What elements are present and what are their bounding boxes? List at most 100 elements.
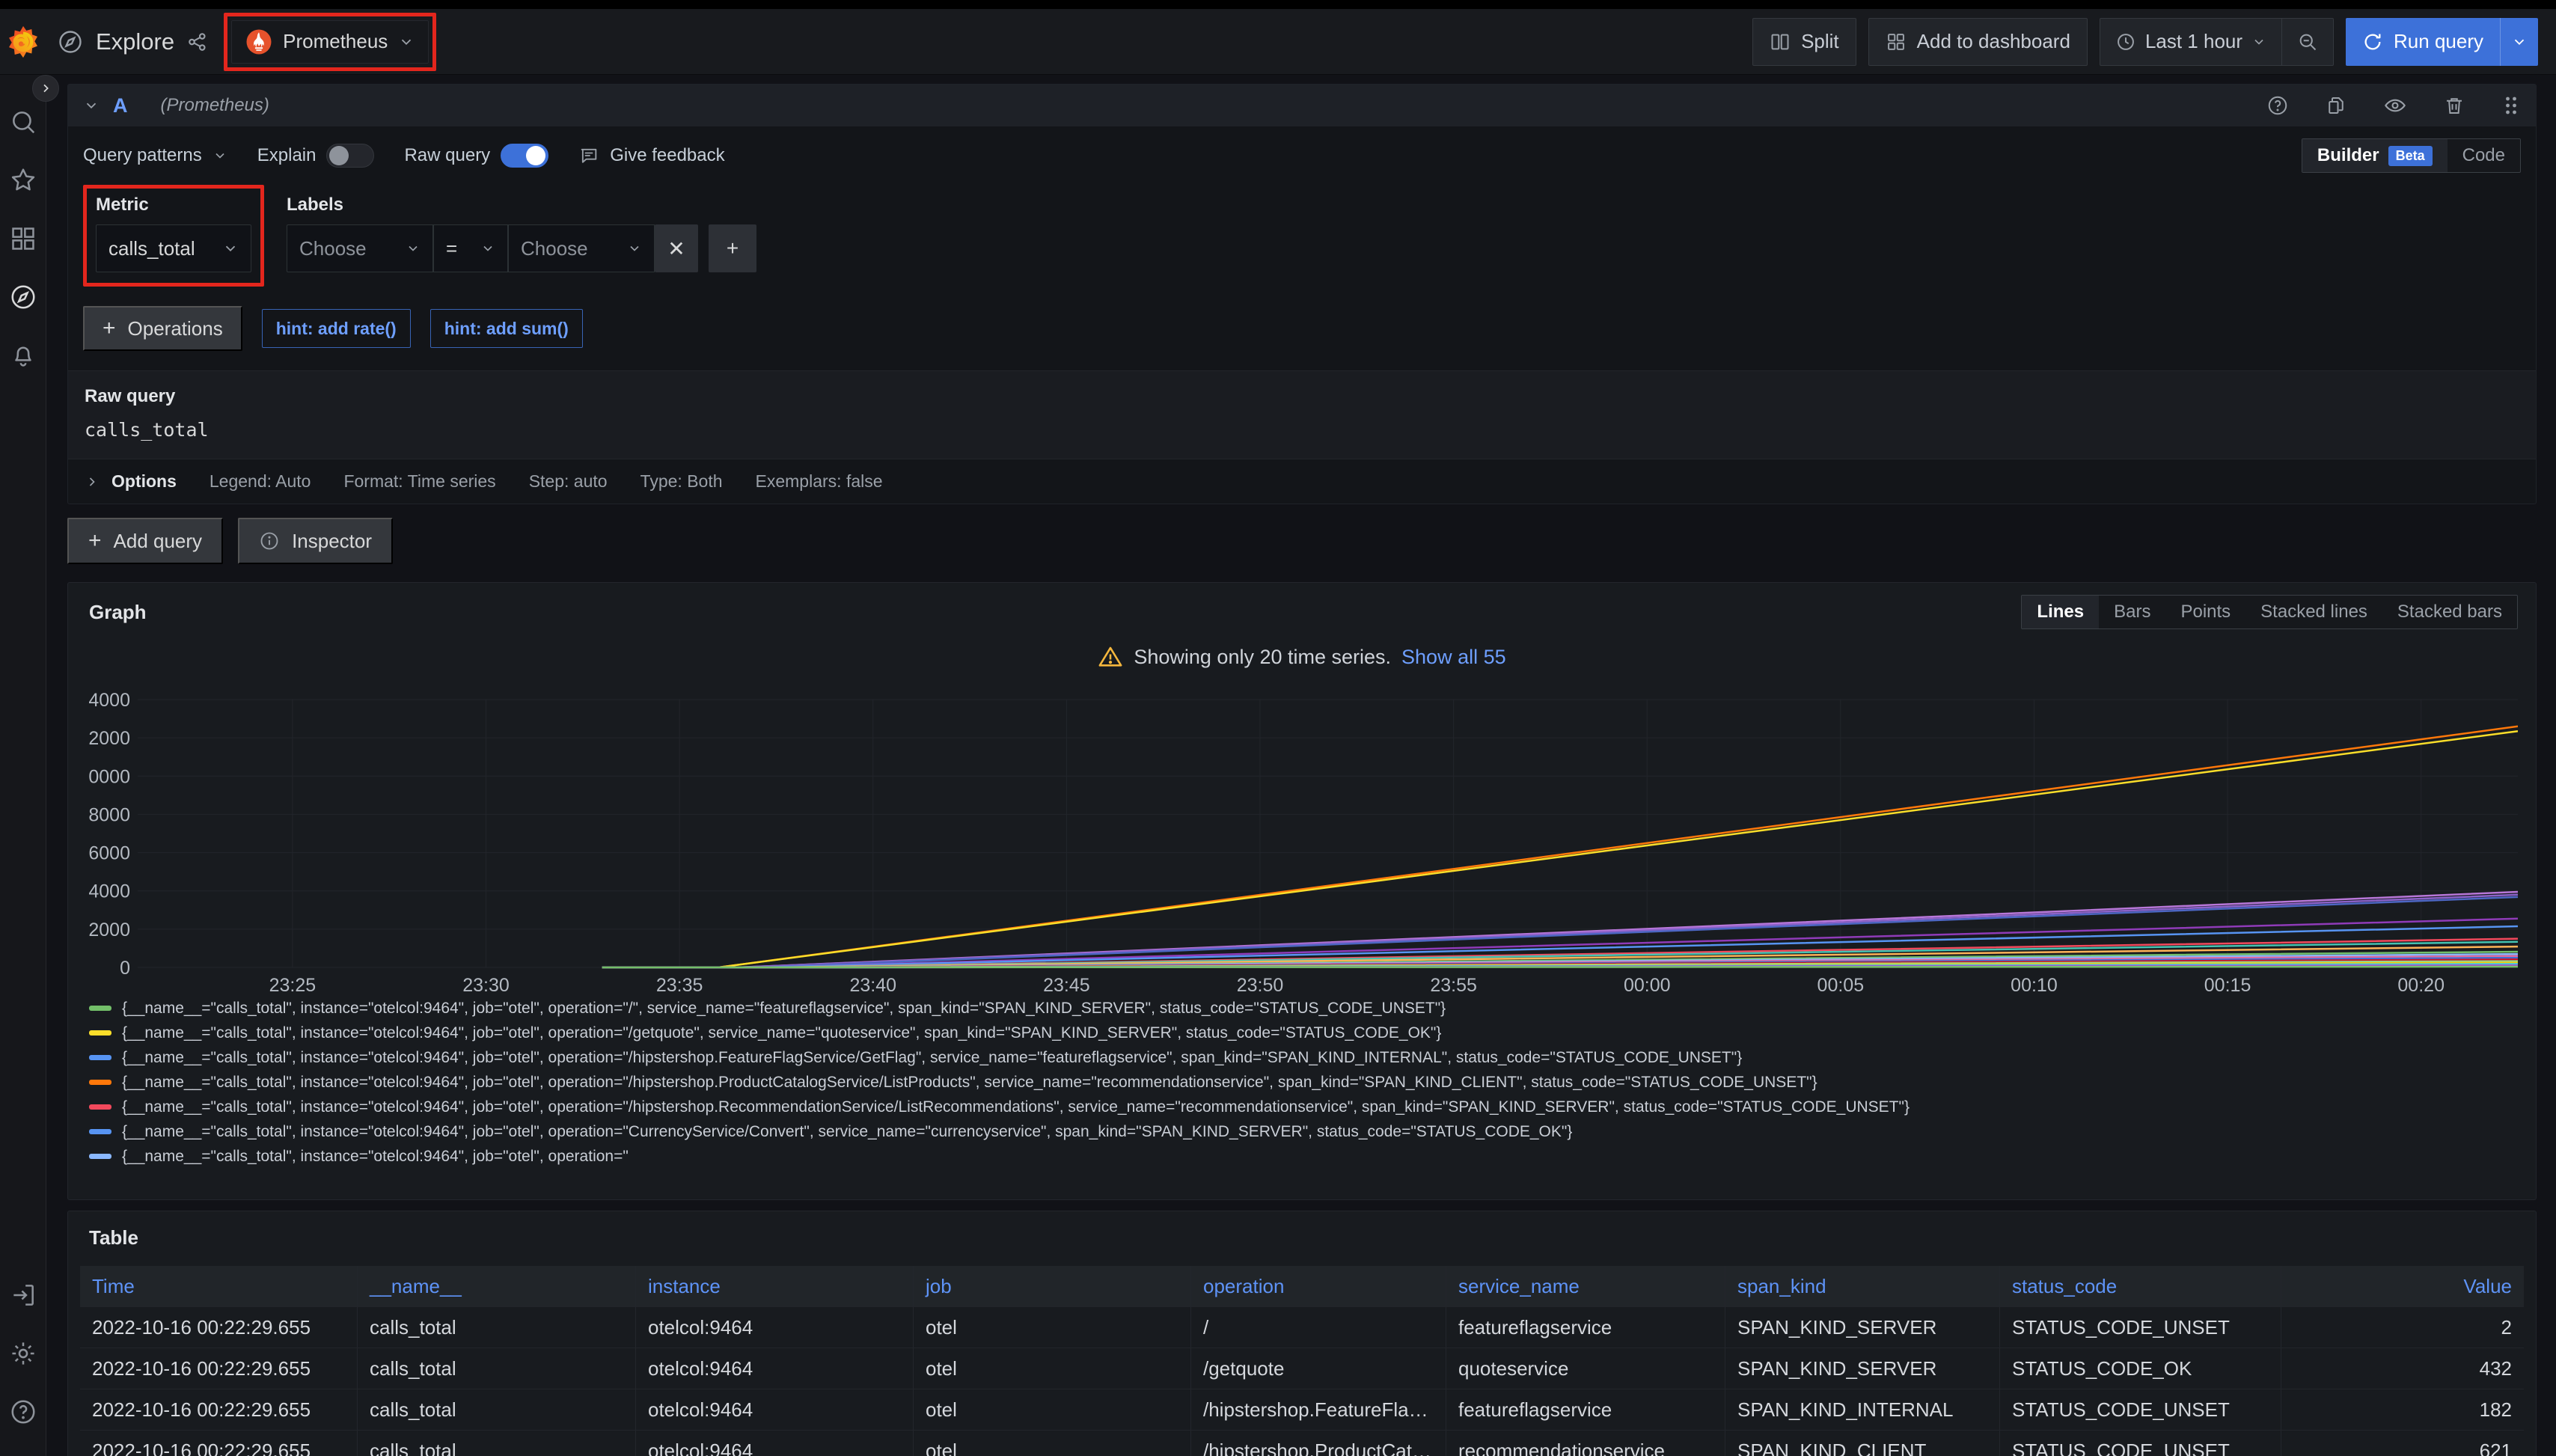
option-summary-2: Step: auto — [529, 471, 608, 492]
chevron-down-icon — [222, 240, 239, 257]
code-tab[interactable]: Code — [2448, 139, 2520, 172]
collapse-chevron-icon[interactable] — [83, 97, 100, 114]
run-query-button[interactable]: Run query — [2346, 18, 2500, 66]
column-header-span_kind[interactable]: span_kind — [1725, 1266, 2000, 1306]
labels-label: Labels — [287, 195, 756, 215]
raw-query-value: calls_total — [85, 419, 2519, 441]
add-label-filter-button[interactable]: + — [709, 224, 756, 272]
alerting-bell-icon[interactable] — [0, 326, 46, 385]
raw-query-switch[interactable] — [501, 144, 548, 168]
label-operator-select[interactable]: = — [433, 224, 508, 272]
add-operations-button[interactable]: + Operations — [83, 306, 242, 351]
legend-item[interactable]: {__name__="calls_total", instance="otelc… — [89, 1144, 2515, 1169]
table-row[interactable]: 2022-10-16 00:22:29.655calls_totalotelco… — [80, 1430, 2524, 1456]
zoom-out-button[interactable] — [2281, 19, 2333, 65]
label-key-select[interactable]: Choose — [287, 224, 433, 272]
svg-text:00:20: 00:20 — [2397, 975, 2445, 991]
explore-actions: + Add query Inspector — [67, 518, 2537, 564]
query-row-header[interactable]: A (Prometheus) — [68, 85, 2536, 126]
explain-switch[interactable] — [326, 144, 374, 168]
explore-compass-icon[interactable] — [0, 268, 46, 326]
svg-text:00:05: 00:05 — [1817, 975, 1865, 991]
table-cell: STATUS_CODE_UNSET — [2000, 1389, 2281, 1430]
column-header-operation[interactable]: operation — [1191, 1266, 1446, 1306]
option-summary-1: Format: Time series — [343, 471, 495, 492]
split-icon — [1770, 31, 1791, 52]
share-icon[interactable] — [186, 31, 209, 53]
svg-text:00:00: 00:00 — [1624, 975, 1671, 991]
column-header-status_code[interactable]: status_code — [2000, 1266, 2281, 1306]
query-patterns-dropdown[interactable]: Query patterns — [83, 145, 227, 166]
table-cell: SPAN_KIND_SERVER — [1725, 1348, 2000, 1389]
settings-gear-icon[interactable] — [0, 1324, 46, 1383]
legend-item[interactable]: {__name__="calls_total", instance="otelc… — [89, 1021, 2515, 1045]
svg-text:23:50: 23:50 — [1237, 975, 1284, 991]
run-query-dropdown[interactable] — [2500, 18, 2538, 66]
hint-add-sum-button[interactable]: hint: add sum() — [430, 309, 583, 348]
legend-item[interactable]: {__name__="calls_total", instance="otelc… — [89, 996, 2515, 1021]
column-header-Time[interactable]: Time — [80, 1266, 358, 1306]
starred-icon[interactable] — [0, 151, 46, 209]
options-expander[interactable]: Options — [85, 471, 177, 492]
show-all-series-link[interactable]: Show all 55 — [1401, 646, 1506, 669]
graph-mode-lines[interactable]: Lines — [2022, 596, 2099, 628]
label-value-select[interactable]: Choose — [508, 224, 655, 272]
hide-query-eye-icon[interactable] — [2383, 94, 2407, 117]
remove-label-filter-button[interactable]: ✕ — [655, 224, 698, 272]
column-header-instance[interactable]: instance — [636, 1266, 914, 1306]
remove-query-trash-icon[interactable] — [2443, 94, 2465, 117]
legend-series-label: {__name__="calls_total", instance="otelc… — [122, 1049, 1742, 1067]
raw-query-toggle[interactable]: Raw query — [404, 144, 548, 168]
chevron-down-icon — [398, 34, 415, 50]
grafana-logo[interactable] — [0, 25, 46, 59]
sign-in-icon[interactable] — [0, 1266, 46, 1324]
table-row[interactable]: 2022-10-16 00:22:29.655calls_totalotelco… — [80, 1389, 2524, 1430]
table-cell: calls_total — [358, 1307, 636, 1348]
table-row[interactable]: 2022-10-16 00:22:29.655calls_totalotelco… — [80, 1306, 2524, 1348]
time-picker[interactable]: Last 1 hour — [2100, 19, 2281, 65]
legend-item[interactable]: {__name__="calls_total", instance="otelc… — [89, 1070, 2515, 1095]
graph-mode-points[interactable]: Points — [2165, 596, 2245, 628]
drag-handle-icon[interactable] — [2501, 94, 2521, 117]
table-cell: /getquote — [1191, 1348, 1446, 1389]
results-table: Time__name__instancejoboperationservice_… — [80, 1266, 2524, 1456]
table-row[interactable]: 2022-10-16 00:22:29.655calls_totalotelco… — [80, 1348, 2524, 1389]
legend-series-marker — [89, 1154, 111, 1159]
datasource-picker[interactable]: Prometheus — [231, 20, 429, 64]
graph-mode-stacked-bars[interactable]: Stacked bars — [2382, 596, 2517, 628]
column-header-service_name[interactable]: service_name — [1446, 1266, 1725, 1306]
dashboards-icon[interactable] — [0, 209, 46, 268]
builder-tab[interactable]: Builder Beta — [2302, 139, 2448, 172]
svg-text:23:35: 23:35 — [656, 975, 703, 991]
column-header-__name__[interactable]: __name__ — [358, 1266, 636, 1306]
column-header-job[interactable]: job — [914, 1266, 1191, 1306]
option-summary-0: Legend: Auto — [210, 471, 311, 492]
explain-toggle[interactable]: Explain — [257, 144, 375, 168]
table-cell: recommendationservice — [1446, 1431, 1725, 1456]
legend-item[interactable]: {__name__="calls_total", instance="otelc… — [89, 1045, 2515, 1070]
help-icon[interactable] — [0, 1383, 46, 1441]
add-to-dashboard-button[interactable]: Add to dashboard — [1868, 18, 2088, 66]
graph-mode-stacked-lines[interactable]: Stacked lines — [2245, 596, 2382, 628]
column-header-Value[interactable]: Value — [2281, 1266, 2524, 1306]
svg-text:14000: 14000 — [89, 690, 130, 711]
split-button[interactable]: Split — [1752, 18, 1856, 66]
graph-mode-bars[interactable]: Bars — [2099, 596, 2165, 628]
add-query-button[interactable]: + Add query — [67, 518, 223, 564]
table-cell: otel — [914, 1389, 1191, 1430]
legend-item[interactable]: {__name__="calls_total", instance="otelc… — [89, 1119, 2515, 1144]
give-feedback-link[interactable]: Give feedback — [578, 145, 724, 166]
legend-item[interactable]: {__name__="calls_total", instance="otelc… — [89, 1095, 2515, 1119]
metric-select[interactable]: calls_total — [96, 224, 251, 272]
chevron-right-icon — [85, 474, 100, 489]
query-help-icon[interactable] — [2266, 94, 2289, 117]
hint-add-rate-button[interactable]: hint: add rate() — [262, 309, 411, 348]
table-cell: 2 — [2281, 1307, 2524, 1348]
svg-text:12000: 12000 — [89, 728, 130, 749]
inspector-button[interactable]: Inspector — [238, 518, 393, 564]
search-icon[interactable] — [0, 93, 46, 151]
sidebar-expand-button[interactable] — [32, 75, 59, 102]
dashboard-grid-icon — [1886, 31, 1907, 52]
duplicate-query-icon[interactable] — [2325, 94, 2347, 117]
timeseries-chart[interactable]: 0200040006000800010000120001400023:2523:… — [68, 685, 2536, 991]
